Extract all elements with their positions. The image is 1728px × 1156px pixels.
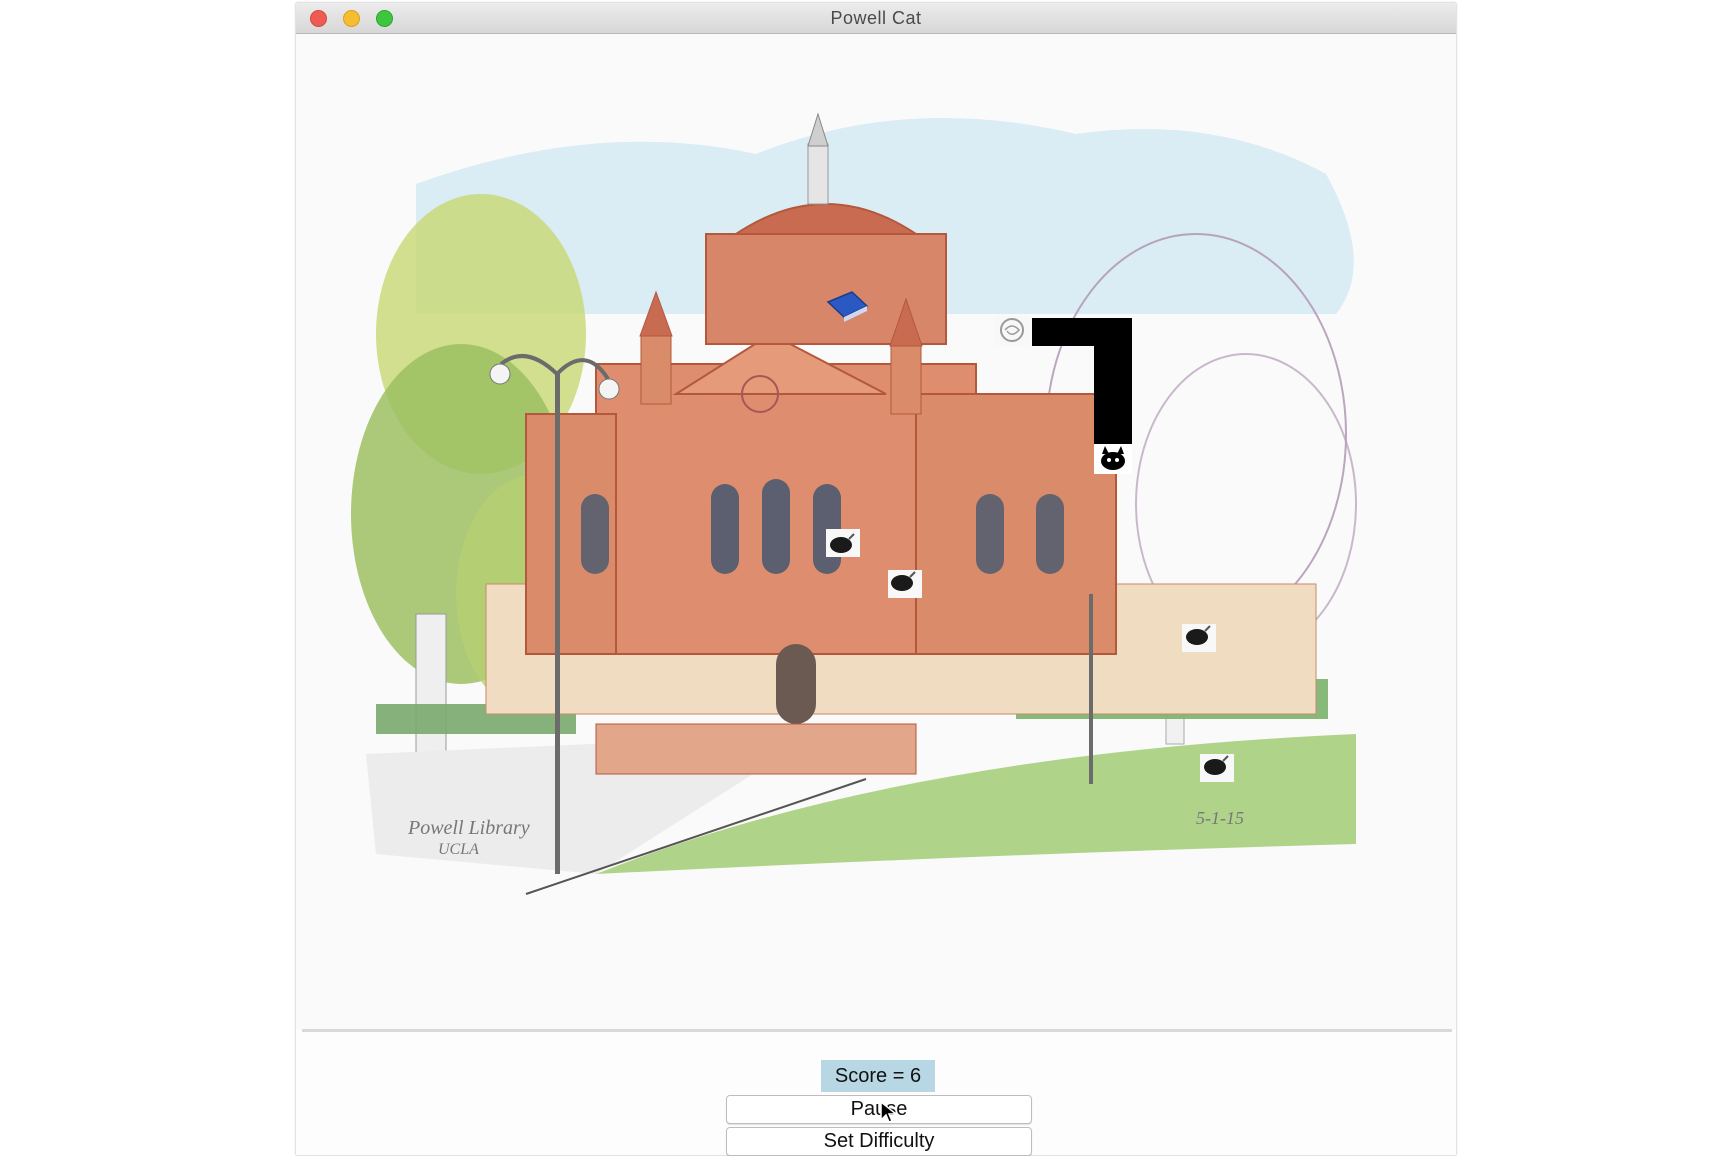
bomb-icon xyxy=(888,570,922,598)
snake-segment xyxy=(1094,318,1132,444)
cat-head-icon xyxy=(1094,444,1132,474)
pause-button[interactable]: Pause xyxy=(726,1095,1032,1124)
yarn-icon xyxy=(994,316,1030,346)
window-title: Powell Cat xyxy=(830,8,922,28)
book-icon xyxy=(826,291,869,322)
bomb-icon xyxy=(826,529,860,557)
score-label: Score = 6 xyxy=(821,1060,935,1092)
mouse-cursor-icon xyxy=(880,1101,898,1123)
bomb-icon xyxy=(1182,624,1216,652)
game-overlay xyxy=(826,291,1234,782)
title-bar: Powell Cat xyxy=(296,3,1456,34)
game-board[interactable]: Powell Library UCLA 5-1-15 xyxy=(296,34,1456,1030)
bomb-icon xyxy=(1200,754,1234,782)
app-window: Powell Cat Powell Library UCLA 5-1-15 Sc… xyxy=(296,3,1456,1156)
panel-divider xyxy=(302,1029,1452,1032)
